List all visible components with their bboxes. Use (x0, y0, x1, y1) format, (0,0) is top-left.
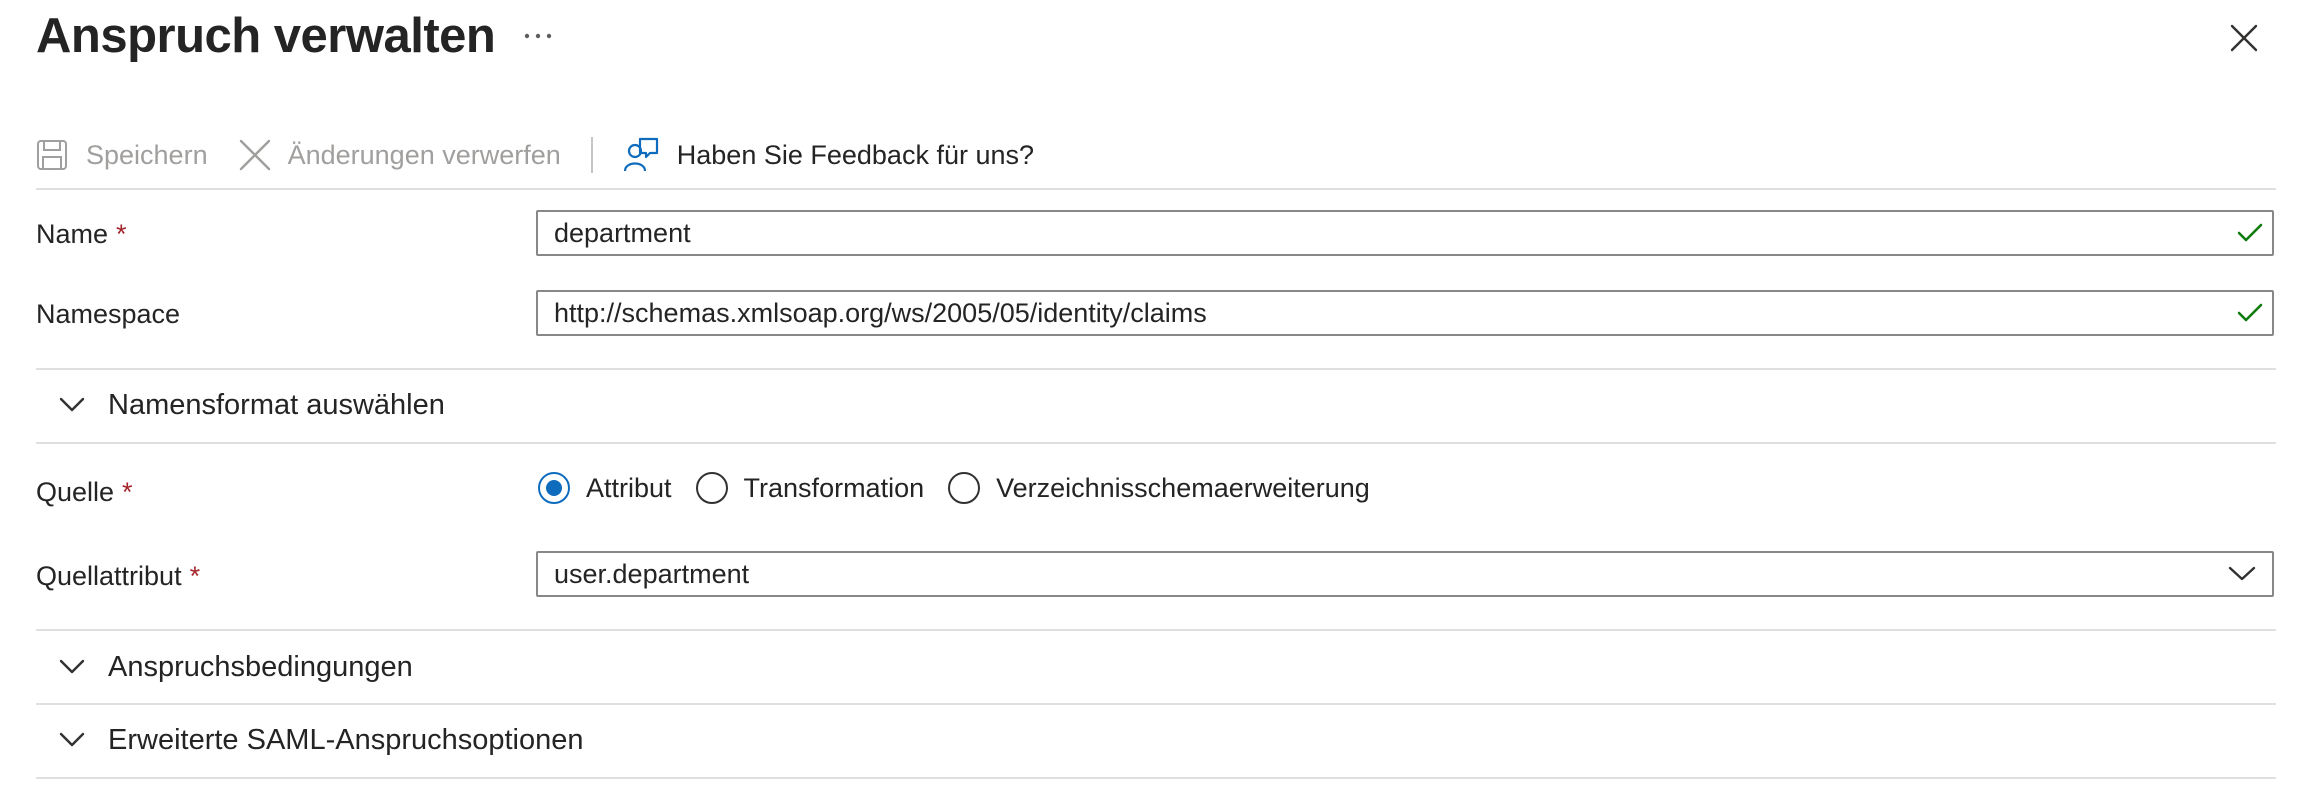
source-attribute-dropdown[interactable]: user.department (536, 551, 2274, 597)
claim-conditions-section-toggle[interactable]: Anspruchsbedingungen (36, 632, 413, 702)
namespace-label: Namespace (36, 299, 181, 329)
section-divider (36, 442, 2276, 444)
radio-attribut-label: Attribut (586, 472, 672, 503)
save-icon (36, 139, 68, 171)
radio-circle (695, 472, 728, 504)
name-format-section-toggle[interactable]: Namensformat auswählen (36, 370, 445, 440)
discard-changes-label: Änderungen verwerfen (287, 139, 561, 170)
discard-icon (238, 138, 272, 172)
advanced-saml-section-toggle[interactable]: Erweiterte SAML-Anspruchsoptionen (36, 705, 584, 775)
radio-directory-schema-extension[interactable]: Verzeichnisschemaerweiterung (948, 472, 1370, 504)
section-divider (36, 777, 2276, 779)
save-button[interactable]: Speichern (36, 124, 208, 186)
save-button-label: Speichern (86, 139, 208, 170)
panel-title: Anspruch verwalten (36, 9, 496, 63)
radio-circle (948, 472, 981, 504)
source-label: Quelle * (36, 477, 133, 507)
toolbar-separator (590, 137, 593, 173)
namespace-input[interactable] (538, 292, 2228, 334)
ellipsis-icon (524, 33, 552, 39)
radio-directory-schema-extension-label: Verzeichnisschemaerweiterung (996, 472, 1370, 503)
valid-check-icon (2228, 212, 2272, 254)
required-asterisk: * (189, 561, 201, 591)
chevron-down-icon (54, 397, 90, 413)
source-radio-group: Attribut Transformation Verzeichnisschem… (538, 466, 1394, 510)
name-format-section-label: Namensformat auswählen (108, 388, 445, 421)
chevron-down-icon[interactable] (2212, 553, 2272, 595)
required-asterisk: * (116, 219, 127, 249)
valid-check-icon (2228, 292, 2272, 334)
source-attribute-label: Quellattribut * (36, 561, 201, 591)
toolbar-divider (36, 188, 2276, 190)
close-button[interactable] (2220, 14, 2268, 62)
radio-attribut[interactable]: Attribut (538, 472, 672, 504)
radio-transformation-label: Transformation (743, 472, 925, 503)
feedback-button[interactable]: Haben Sie Feedback für uns? (623, 124, 1034, 186)
radio-transformation[interactable]: Transformation (695, 472, 925, 504)
name-label: Name * (36, 219, 127, 249)
advanced-saml-section-label: Erweiterte SAML-Anspruchsoptionen (108, 723, 584, 756)
namespace-field[interactable] (536, 290, 2274, 336)
radio-circle-checked (538, 472, 570, 504)
required-asterisk: * (122, 477, 133, 507)
more-options-button[interactable] (510, 16, 566, 56)
section-divider (36, 629, 2276, 631)
name-input[interactable] (538, 212, 2228, 254)
discard-changes-button[interactable]: Änderungen verwerfen (238, 124, 561, 186)
feedback-person-icon (623, 137, 659, 173)
feedback-label: Haben Sie Feedback für uns? (676, 139, 1035, 170)
close-icon (2230, 24, 2258, 52)
command-bar: Speichern Änderungen verwerfen Haben Sie… (36, 124, 1034, 186)
source-attribute-selected-value[interactable]: user.department (538, 559, 2212, 590)
claim-conditions-section-label: Anspruchsbedingungen (108, 650, 413, 683)
chevron-down-icon (54, 659, 90, 675)
name-field[interactable] (536, 210, 2274, 256)
chevron-down-icon (54, 732, 90, 748)
